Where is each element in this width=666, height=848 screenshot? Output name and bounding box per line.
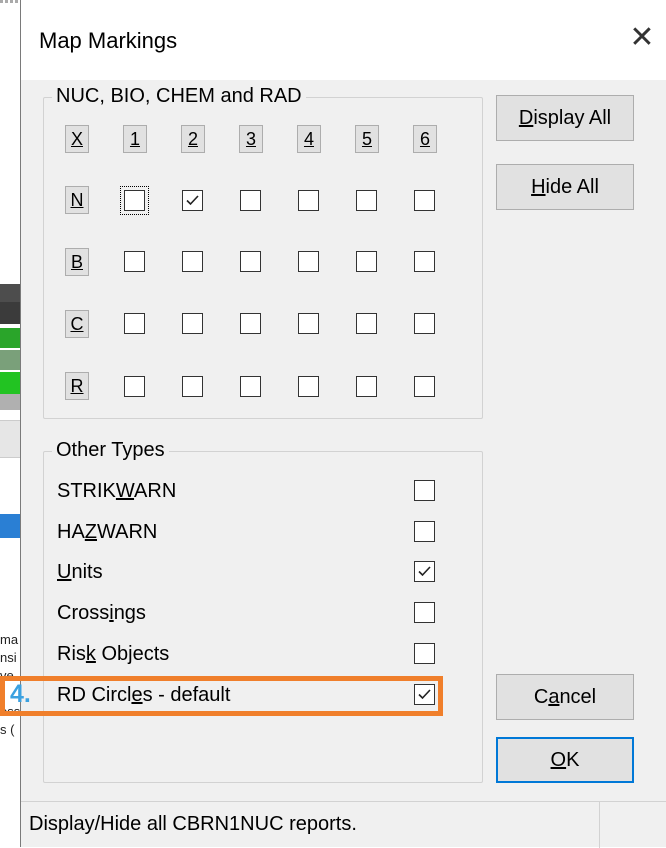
checkbox-b-1[interactable]: [124, 251, 145, 272]
checkbox-c-1[interactable]: [124, 313, 145, 334]
close-icon: ✕: [629, 20, 655, 54]
select-all-toggle-button[interactable]: X: [65, 125, 89, 153]
checkbox-r-1[interactable]: [124, 376, 145, 397]
hide-all-label: Hide All: [531, 175, 599, 198]
background-text-1: ma: [0, 632, 19, 647]
column-4-button[interactable]: 4: [297, 125, 321, 153]
column-6-button[interactable]: 6: [413, 125, 437, 153]
background-toolbar: [0, 284, 20, 302]
step-number: 4.: [10, 680, 31, 708]
checkbox-c-3[interactable]: [240, 313, 261, 334]
status-bar-separator: [599, 802, 600, 848]
map-markings-dialog: Map Markings ✕ NUC, BIO, CHEM and RAD X …: [20, 0, 666, 848]
status-bar: Display/Hide all CBRN1NUC reports.: [21, 801, 666, 848]
checkbox-b-3[interactable]: [240, 251, 261, 272]
column-3-button[interactable]: 3: [239, 125, 263, 153]
other-type-checkbox-5[interactable]: [414, 643, 435, 664]
column-2-button[interactable]: 2: [181, 125, 205, 153]
checkbox-r-2[interactable]: [182, 376, 203, 397]
checkbox-n-4[interactable]: [298, 190, 319, 211]
background-bright-green-bar: [0, 372, 20, 394]
checkbox-n-6[interactable]: [414, 190, 435, 211]
background-gray-bar: [0, 394, 20, 410]
checkbox-r-5[interactable]: [356, 376, 377, 397]
checkbox-n-2[interactable]: [182, 190, 203, 211]
checkbox-c-6[interactable]: [414, 313, 435, 334]
background-text-2: nsi: [0, 650, 17, 665]
column-1-button[interactable]: 1: [123, 125, 147, 153]
other-type-label-4[interactable]: Crossings: [57, 601, 146, 625]
display-all-button[interactable]: Display All: [496, 95, 634, 141]
other-type-label-5[interactable]: Risk Objects: [57, 642, 169, 666]
checkbox-c-4[interactable]: [298, 313, 319, 334]
background-green-bar: [0, 328, 20, 348]
status-text: Display/Hide all CBRN1NUC reports.: [29, 813, 357, 835]
other-type-checkbox-1[interactable]: [414, 480, 435, 501]
column-5-button[interactable]: 5: [355, 125, 379, 153]
row-c-button[interactable]: C: [65, 310, 89, 338]
checkbox-b-2[interactable]: [182, 251, 203, 272]
dialog-titlebar: Map Markings ✕: [21, 0, 666, 80]
background-toolbar-dark: [0, 302, 20, 324]
other-type-checkbox-2[interactable]: [414, 521, 435, 542]
hide-all-button[interactable]: Hide All: [496, 164, 634, 210]
row-b-button[interactable]: B: [65, 248, 89, 276]
cancel-label: Cancel: [533, 685, 597, 708]
checkbox-n-3[interactable]: [240, 190, 261, 211]
background-border: [0, 0, 20, 3]
background-app: ma nsi ve ess s (: [0, 0, 20, 847]
checkbox-b-4[interactable]: [298, 251, 319, 272]
checkbox-b-5[interactable]: [356, 251, 377, 272]
other-types-group-label: Other Types: [52, 438, 169, 462]
background-green-bar-2: [0, 350, 20, 370]
row-r-button[interactable]: R: [65, 372, 89, 400]
step-highlight-box: [0, 676, 443, 716]
checkbox-c-5[interactable]: [356, 313, 377, 334]
checkbox-r-6[interactable]: [414, 376, 435, 397]
cancel-button[interactable]: Cancel: [496, 674, 634, 720]
checkbox-r-4[interactable]: [298, 376, 319, 397]
other-type-checkbox-4[interactable]: [414, 602, 435, 623]
row-n-button[interactable]: N: [65, 186, 89, 214]
other-type-label-1[interactable]: STRIKWARN: [57, 479, 176, 503]
ok-label: OK: [550, 748, 580, 771]
checkbox-b-6[interactable]: [414, 251, 435, 272]
other-type-label-3[interactable]: Units: [57, 560, 103, 584]
other-type-label-2[interactable]: HAZWARN: [57, 520, 157, 544]
close-button[interactable]: ✕: [617, 12, 666, 62]
background-selected-row: [0, 514, 20, 538]
nbcr-group-label: NUC, BIO, CHEM and RAD: [52, 84, 306, 108]
checkbox-n-1[interactable]: [120, 186, 149, 215]
ok-button[interactable]: OK: [496, 737, 634, 783]
checkbox-r-3[interactable]: [240, 376, 261, 397]
background-text-5: s (: [0, 722, 15, 737]
other-type-checkbox-3[interactable]: [414, 561, 435, 582]
checkbox-c-2[interactable]: [182, 313, 203, 334]
display-all-label: Display All: [518, 106, 612, 129]
dialog-title: Map Markings: [39, 28, 178, 53]
checkbox-n-5[interactable]: [356, 190, 377, 211]
background-row: [0, 420, 20, 458]
